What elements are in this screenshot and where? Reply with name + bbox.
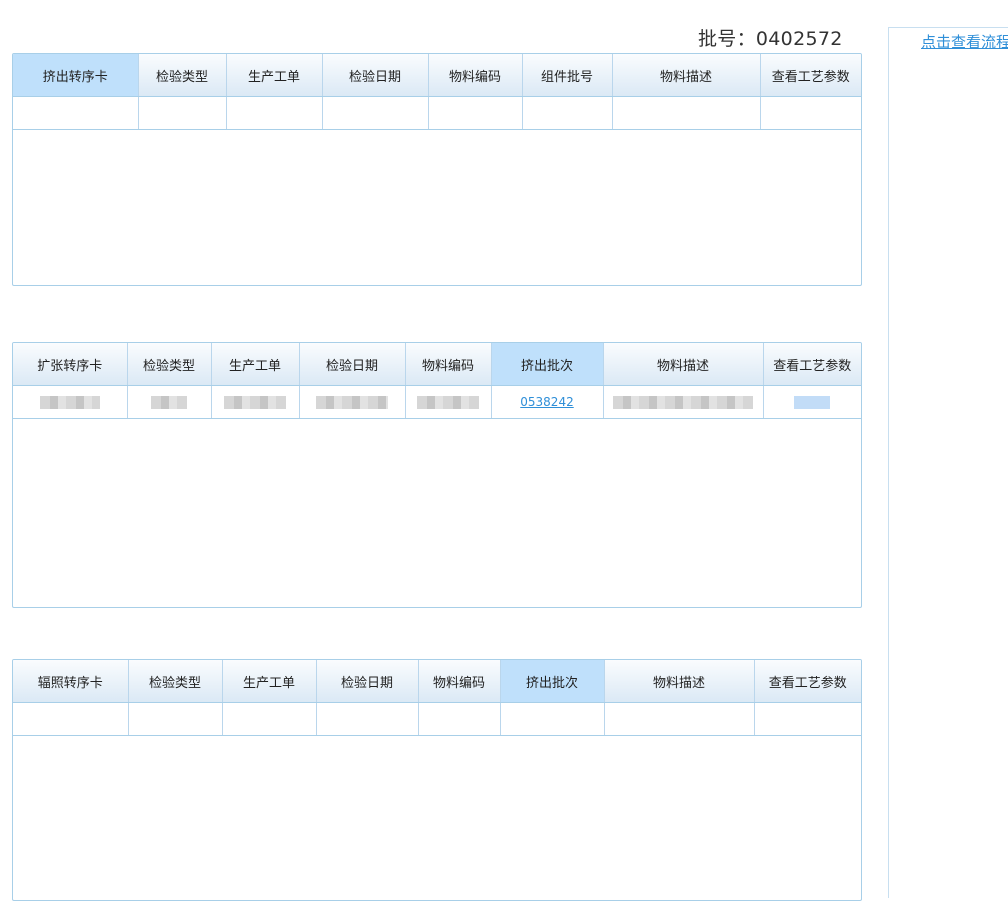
table-row[interactable]: 0538242 [13,385,861,419]
cell-extrusion-batch: 0538242 [491,385,604,419]
table-row[interactable] [13,96,861,130]
expansion-grid: 扩张转序卡 检验类型 生产工单 检验日期 物料编码 挤出批次 物料描述 查看工艺… [12,342,862,608]
col-view-params[interactable]: 查看工艺参数 [763,343,861,386]
table-row[interactable] [13,702,861,736]
extrusion-header-row: 挤出转序卡 检验类型 生产工单 检验日期 物料编码 组件批号 物料描述 查看工艺… [13,54,861,97]
col-work-order[interactable]: 生产工单 [226,54,323,97]
redacted-link[interactable] [794,396,831,409]
col-inspection-type[interactable]: 检验类型 [128,660,223,703]
cell-material-code [405,385,492,419]
col-material-code[interactable]: 物料编码 [428,54,523,97]
col-material-desc[interactable]: 物料描述 [604,660,755,703]
irradiation-header-row: 辐照转序卡 检验类型 生产工单 检验日期 物料编码 挤出批次 物料描述 查看工艺… [13,660,861,703]
col-material-code[interactable]: 物料编码 [418,660,501,703]
col-material-desc[interactable]: 物料描述 [612,54,761,97]
redacted-value [39,396,100,409]
expansion-table: 扩张转序卡 检验类型 生产工单 检验日期 物料编码 挤出批次 物料描述 查看工艺… [13,343,861,419]
col-component-batch[interactable]: 组件批号 [522,54,613,97]
extrusion-grid: 挤出转序卡 检验类型 生产工单 检验日期 物料编码 组件批号 物料描述 查看工艺… [12,53,862,286]
redacted-value [613,396,753,409]
redacted-value [151,396,187,409]
irradiation-grid: 辐照转序卡 检验类型 生产工单 检验日期 物料编码 挤出批次 物料描述 查看工艺… [12,659,862,901]
col-inspection-type[interactable]: 检验类型 [127,343,212,386]
col-material-code[interactable]: 物料编码 [405,343,492,386]
col-inspection-date[interactable]: 检验日期 [322,54,429,97]
cell-work-order [211,385,300,419]
cell-expansion-card [13,385,128,419]
col-view-params[interactable]: 查看工艺参数 [754,660,861,703]
col-view-params[interactable]: 查看工艺参数 [760,54,861,97]
redacted-value [316,396,388,409]
col-inspection-date[interactable]: 检验日期 [316,660,419,703]
col-work-order[interactable]: 生产工单 [211,343,300,386]
extrusion-table: 挤出转序卡 检验类型 生产工单 检验日期 物料编码 组件批号 物料描述 查看工艺… [13,54,861,130]
col-extrusion-batch[interactable]: 挤出批次 [500,660,605,703]
view-process-link[interactable]: 点击查看流程 [921,31,1008,52]
col-extrusion-batch[interactable]: 挤出批次 [491,343,604,386]
col-inspection-type[interactable]: 检验类型 [138,54,227,97]
col-material-desc[interactable]: 物料描述 [603,343,764,386]
batch-number-value: 0402572 [755,28,843,50]
col-work-order[interactable]: 生产工单 [222,660,317,703]
redacted-value [417,396,479,409]
redacted-value [224,396,286,409]
col-inspection-date[interactable]: 检验日期 [299,343,406,386]
extrusion-batch-link[interactable]: 0538242 [520,395,573,409]
expansion-header-row: 扩张转序卡 检验类型 生产工单 检验日期 物料编码 挤出批次 物料描述 查看工艺… [13,343,861,386]
side-panel: 点击查看流程 [888,27,1008,898]
batch-number-label: 批号： [698,28,756,50]
batch-number: 批号：0402572 [698,24,843,51]
cell-inspection-type [127,385,212,419]
cell-inspection-date [299,385,406,419]
col-irradiation-card[interactable]: 辐照转序卡 [13,660,129,703]
irradiation-table: 辐照转序卡 检验类型 生产工单 检验日期 物料编码 挤出批次 物料描述 查看工艺… [13,660,861,736]
cell-material-desc [603,385,764,419]
col-extrusion-card[interactable]: 挤出转序卡 [13,54,139,97]
col-expansion-card[interactable]: 扩张转序卡 [13,343,128,386]
cell-view-params [763,385,861,419]
